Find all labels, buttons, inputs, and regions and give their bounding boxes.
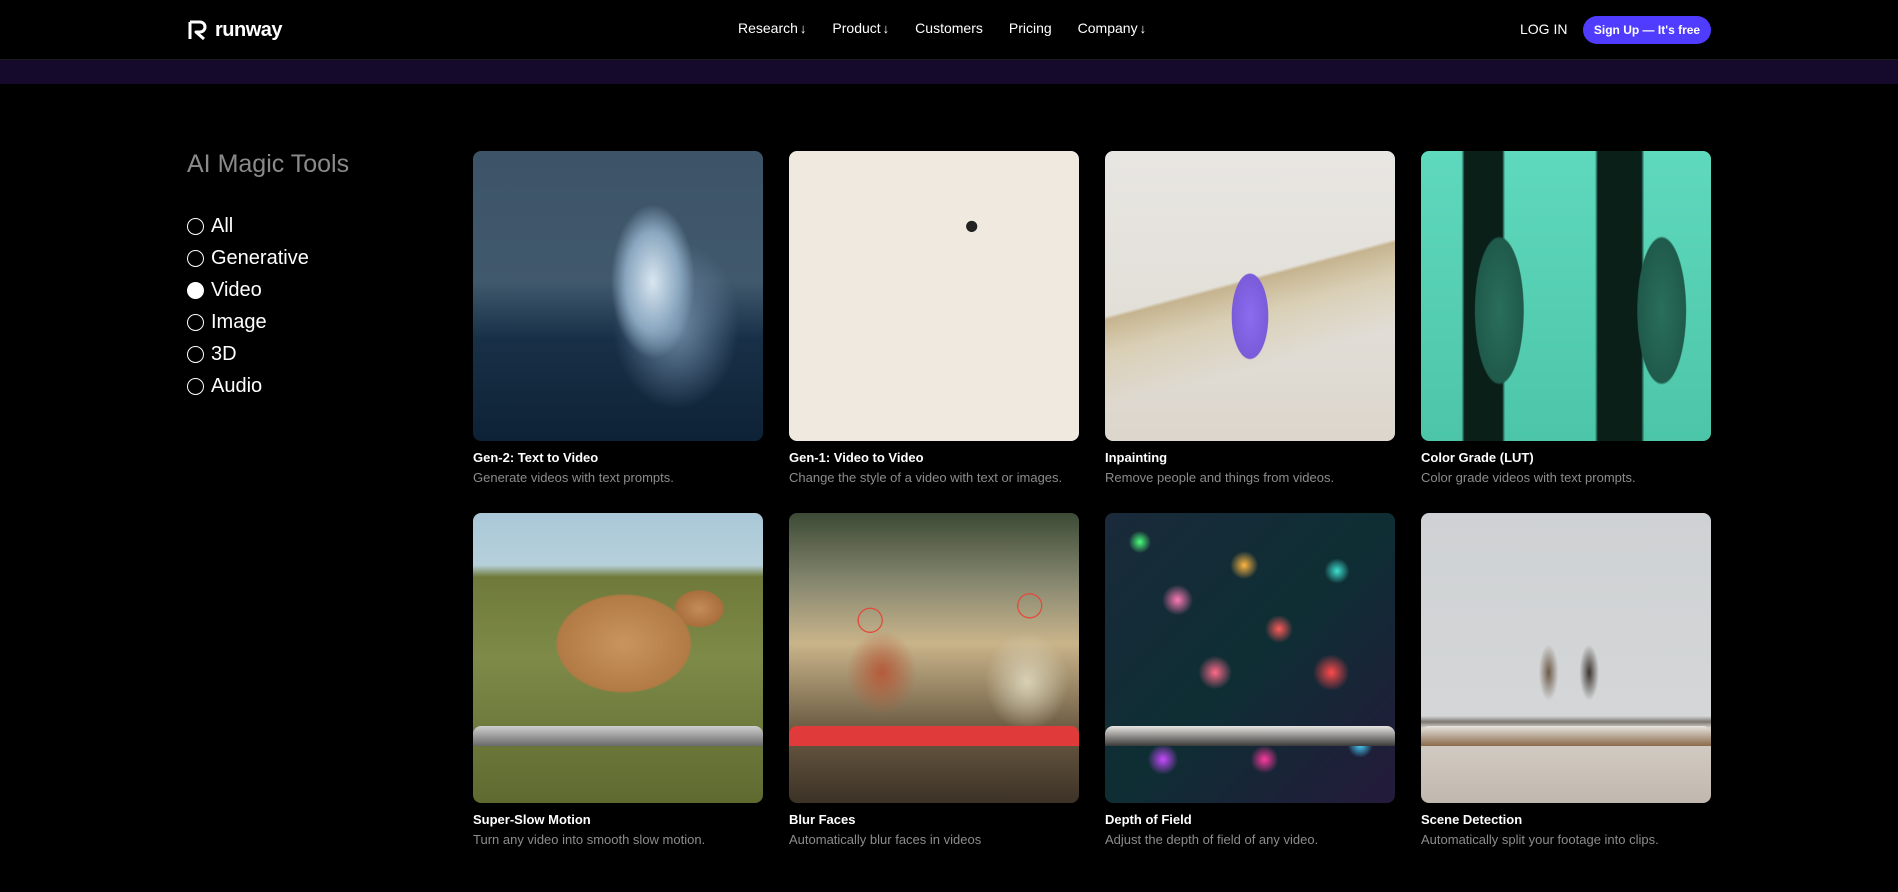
- tool-title: Blur Faces: [789, 812, 856, 827]
- filter-label: Generative: [211, 247, 309, 269]
- tool-card-depth-of-field[interactable]: Depth of Field Adjust the depth of field…: [1105, 513, 1395, 847]
- filter-label: Video: [211, 279, 262, 301]
- nav-pricing[interactable]: Pricing: [1009, 20, 1052, 36]
- filter-generative[interactable]: Generative: [187, 247, 309, 270]
- tool-thumbnail[interactable]: [1421, 513, 1711, 803]
- announcement-banner: [0, 60, 1898, 84]
- tool-card-scene-detection[interactable]: Scene Detection Automatically split your…: [1421, 513, 1711, 847]
- nav-company-label: Company: [1077, 20, 1138, 36]
- arrow-down-icon: ↓: [882, 21, 890, 36]
- nav-product-label: Product: [832, 20, 881, 36]
- runway-logo-icon: [188, 20, 207, 41]
- filter-image[interactable]: Image: [187, 311, 309, 334]
- tool-card-blur-faces[interactable]: Blur Faces Automatically blur faces in v…: [789, 513, 1079, 847]
- tool-title: Depth of Field: [1105, 812, 1192, 827]
- filter-label: Image: [211, 311, 267, 333]
- tool-title: Super-Slow Motion: [473, 812, 591, 827]
- signup-button[interactable]: Sign Up — It's free: [1583, 16, 1711, 44]
- tool-description: Automatically blur faces in videos: [789, 832, 982, 847]
- tool-card-gen2[interactable]: Gen-2: Text to Video Generate videos wit…: [473, 151, 763, 485]
- tool-title: Scene Detection: [1421, 812, 1523, 827]
- radio-unchecked-icon[interactable]: [187, 346, 204, 363]
- tool-thumbnail[interactable]: [473, 151, 763, 441]
- tool-card-super-slow-motion[interactable]: Super-Slow Motion Turn any video into sm…: [473, 513, 763, 847]
- tool-thumbnail[interactable]: [473, 513, 763, 803]
- tool-description: Remove people and things from videos.: [1105, 470, 1335, 485]
- radio-unchecked-icon[interactable]: [187, 378, 204, 395]
- logo-wordmark: runway: [215, 18, 283, 41]
- tool-thumbnail[interactable]: [789, 151, 1079, 441]
- tool-thumbnail-partial[interactable]: [789, 726, 1079, 746]
- nav-research[interactable]: Research ↓: [738, 20, 806, 36]
- tool-title: Inpainting: [1105, 450, 1168, 465]
- radio-unchecked-icon[interactable]: [187, 314, 204, 331]
- filter-label: All: [211, 215, 234, 237]
- tool-description: Color grade videos with text prompts.: [1421, 470, 1636, 485]
- top-navigation-bar: runway Research ↓ Product ↓ Customers Pric…: [0, 0, 1898, 60]
- tool-thumbnail[interactable]: [1421, 151, 1711, 441]
- filter-3d[interactable]: 3D: [187, 343, 309, 366]
- radio-unchecked-icon[interactable]: [187, 218, 204, 235]
- tool-thumbnail-partial[interactable]: [1105, 726, 1395, 746]
- arrow-down-icon: ↓: [799, 21, 807, 36]
- tool-description: Automatically split your footage into cl…: [1421, 832, 1659, 847]
- tool-title: Gen-1: Video to Video: [789, 450, 924, 465]
- nav-pricing-label: Pricing: [1008, 20, 1052, 36]
- nav-research-label: Research: [738, 20, 798, 36]
- nav-customers[interactable]: Customers: [915, 20, 983, 36]
- runway-logo[interactable]: runway: [187, 17, 283, 43]
- filter-video[interactable]: Video: [187, 279, 309, 302]
- tool-thumbnail[interactable]: [1105, 151, 1395, 441]
- nav-company[interactable]: Company ↓: [1078, 20, 1146, 36]
- tool-thumbnail[interactable]: [1105, 513, 1395, 803]
- filter-label: 3D: [211, 343, 237, 365]
- tool-description: Adjust the depth of field of any video.: [1105, 832, 1319, 847]
- tool-card-gen1[interactable]: Gen-1: Video to Video Change the style o…: [789, 151, 1079, 485]
- tool-description: Turn any video into smooth slow motion.: [473, 832, 706, 847]
- filter-audio[interactable]: Audio: [187, 375, 309, 398]
- tool-thumbnail-partial[interactable]: [473, 726, 763, 746]
- tool-title: Color Grade (LUT): [1421, 450, 1534, 465]
- tool-title: Gen-2: Text to Video: [473, 450, 599, 465]
- tool-description: Generate videos with text prompts.: [473, 470, 674, 485]
- tool-card-color-grade[interactable]: Color Grade (LUT) Color grade videos wit…: [1421, 151, 1711, 485]
- main-nav: Research ↓ Product ↓ Customers Pricing Com…: [738, 20, 1146, 36]
- category-filter-list: All Generative Video Image 3D Audio: [187, 215, 309, 398]
- tool-card-inpainting[interactable]: Inpainting Remove people and things from…: [1105, 151, 1395, 485]
- radio-checked-icon[interactable]: [187, 282, 204, 299]
- page-title: AI Magic Tools: [187, 150, 350, 178]
- filter-label: Audio: [211, 375, 263, 397]
- nav-customers-label: Customers: [915, 20, 983, 36]
- filter-all[interactable]: All: [187, 215, 309, 238]
- login-link[interactable]: LOG IN: [1520, 21, 1567, 37]
- tool-thumbnail[interactable]: [789, 513, 1079, 803]
- tool-description: Change the style of a video with text or…: [789, 470, 1063, 485]
- tool-thumbnail-partial[interactable]: [1421, 726, 1711, 746]
- nav-product[interactable]: Product ↓: [832, 20, 889, 36]
- radio-unchecked-icon[interactable]: [187, 250, 204, 267]
- arrow-down-icon: ↓: [1139, 21, 1147, 36]
